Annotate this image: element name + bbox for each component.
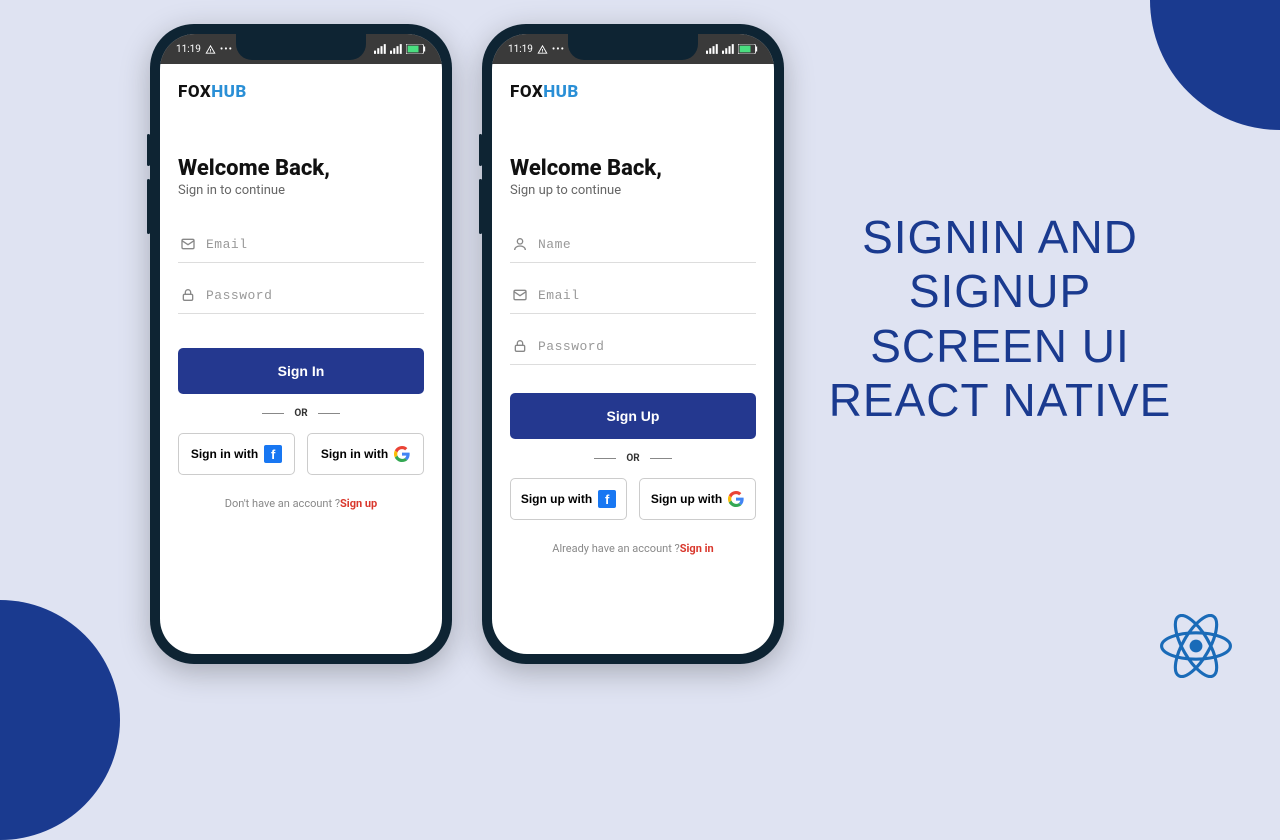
signup-prompt: Don't have an account ?Sign up (178, 497, 424, 510)
status-time: 11:19 (176, 44, 201, 55)
google-icon (728, 491, 744, 507)
decorative-circle-top-right (1150, 0, 1280, 130)
battery-icon (406, 44, 426, 54)
more-icon: ••• (220, 44, 233, 55)
phone-notch (236, 34, 366, 60)
email-icon (180, 236, 196, 252)
lock-icon (512, 338, 528, 354)
facebook-icon: f (264, 445, 282, 463)
password-input[interactable] (538, 339, 754, 354)
react-logo-icon (1160, 614, 1232, 678)
email-input[interactable] (538, 288, 754, 303)
password-field-row (178, 277, 424, 314)
signal-icon (374, 44, 387, 54)
signin-google-button[interactable]: Sign in with (307, 433, 424, 475)
signin-prompt: Already have an account ?Sign in (510, 542, 756, 555)
password-input[interactable] (206, 288, 422, 303)
warning-icon (537, 44, 548, 55)
signal-icon-2 (390, 44, 403, 54)
google-icon (394, 446, 410, 462)
email-field-row (178, 226, 424, 263)
status-time: 11:19 (508, 44, 533, 55)
signin-link[interactable]: Sign in (680, 542, 714, 555)
email-input[interactable] (206, 237, 422, 252)
signup-button[interactable]: Sign Up (510, 393, 756, 439)
signup-link[interactable]: Sign up (340, 497, 377, 510)
signal-icon (706, 44, 719, 54)
or-divider: OR (178, 408, 424, 419)
signup-google-button[interactable]: Sign up with (639, 478, 756, 520)
decorative-circle-bottom-left (0, 600, 120, 840)
name-input[interactable] (538, 237, 754, 252)
name-field-row (510, 226, 756, 263)
page-heading: Welcome Back, (510, 156, 756, 181)
signin-facebook-button[interactable]: Sign in with f (178, 433, 295, 475)
more-icon: ••• (552, 44, 565, 55)
phone-mockup-signup: 11:19 ••• FOXHUB Welcome Back, Sign up t… (482, 24, 784, 664)
page-heading: Welcome Back, (178, 156, 424, 181)
facebook-icon: f (598, 490, 616, 508)
user-icon (512, 236, 528, 252)
brand-logo: FOXHUB (510, 82, 756, 102)
signup-facebook-button[interactable]: Sign up with f (510, 478, 627, 520)
phone-notch (568, 34, 698, 60)
lock-icon (180, 287, 196, 303)
email-icon (512, 287, 528, 303)
password-field-row (510, 328, 756, 365)
page-subtitle: Sign up to continue (510, 183, 756, 198)
page-title: SIGNIN AND SIGNUP SCREEN UI REACT NATIVE (780, 210, 1220, 427)
page-subtitle: Sign in to continue (178, 183, 424, 198)
email-field-row (510, 277, 756, 314)
signin-button[interactable]: Sign In (178, 348, 424, 394)
brand-logo: FOXHUB (178, 82, 424, 102)
or-divider: OR (510, 453, 756, 464)
battery-icon (738, 44, 758, 54)
warning-icon (205, 44, 216, 55)
signal-icon-2 (722, 44, 735, 54)
phone-mockup-signin: 11:19 ••• FOXHUB Welcome Back, Sign in t… (150, 24, 452, 664)
